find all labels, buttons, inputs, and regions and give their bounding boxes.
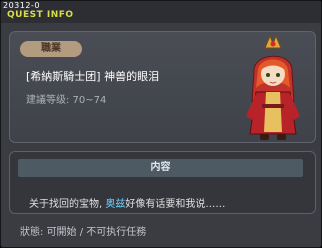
job-badge: 職業 (20, 41, 82, 57)
npc-portrait-icon (246, 34, 300, 140)
quest-summary-panel: 職業 [希納斯騎士团] 神兽的眼泪 建議等级: 70~74 (9, 31, 316, 143)
content-text: 关于找回的宝物, 奥兹好像有话要和我说…… (29, 195, 225, 210)
quest-info-window: 20312-0 QUEST INFO 職業 [希納斯騎士团] 神兽的眼泪 建議等… (0, 0, 322, 248)
content-text-after: 好像有话要和我说…… (125, 199, 226, 210)
quest-name: [希納斯騎士团] 神兽的眼泪 (26, 70, 160, 83)
title-bar[interactable]: 20312-0 QUEST INFO (1, 1, 321, 23)
window-title: QUEST INFO (7, 10, 74, 20)
quest-level-requirement: 建議等级: 70~74 (26, 95, 107, 106)
quest-status: 狀態: 可開始 / 不可执行任務 (20, 227, 147, 238)
content-header: 内容 (18, 159, 303, 177)
content-text-before: 关于找回的宝物, (29, 199, 106, 210)
quest-id: 20312-0 (3, 1, 40, 10)
npc-name-link[interactable]: 奥兹 (105, 199, 125, 210)
